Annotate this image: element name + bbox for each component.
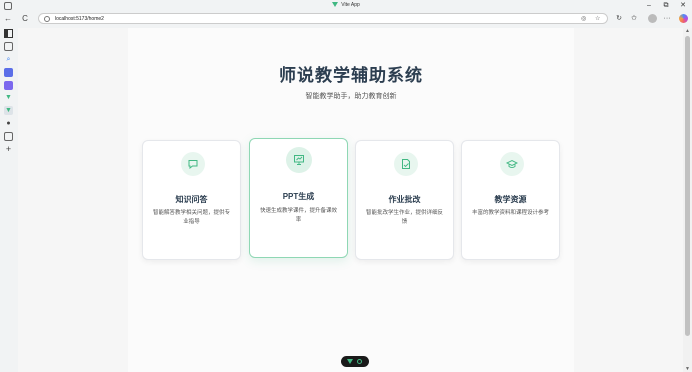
card-title: 知识问答	[175, 195, 208, 204]
vite-logo-icon	[332, 2, 339, 7]
card-title: PPT生成	[282, 192, 315, 201]
title-bar: Vite App – ⧉ ✕	[0, 0, 692, 12]
copilot-icon[interactable]	[679, 14, 688, 23]
back-button[interactable]: ←	[3, 14, 13, 24]
document-check-icon	[394, 152, 418, 176]
card-description: 丰富的教学资料和课程设计参考	[472, 210, 550, 216]
more-menu-button[interactable]: ···	[662, 14, 672, 24]
tabs-icon[interactable]	[4, 42, 13, 51]
favorites-icon[interactable]: ✩	[629, 14, 639, 24]
window-title-text: Vite App	[341, 2, 360, 8]
github-icon[interactable]: ●	[4, 119, 13, 128]
scroll-thumb[interactable]	[685, 36, 690, 336]
card-title: 教学资源	[494, 195, 527, 204]
close-button[interactable]: ✕	[678, 1, 688, 11]
presentation-icon	[286, 147, 312, 173]
maximize-button[interactable]: ⧉	[661, 1, 671, 11]
site-info-icon[interactable]	[44, 15, 50, 22]
card-teaching-resources[interactable]: 教学资源 丰富的教学资料和课程设计参考	[461, 140, 560, 260]
sidebar-toggle-icon[interactable]	[4, 29, 13, 38]
minimize-button[interactable]: –	[644, 1, 654, 11]
refresh-extension-icon[interactable]: ↻	[614, 14, 624, 24]
add-icon[interactable]: +	[4, 145, 13, 154]
vue-icon[interactable]: ▼	[4, 93, 13, 102]
vue-active-icon[interactable]: ▼	[4, 106, 13, 115]
scroll-up-arrow-icon[interactable]: ▲	[684, 28, 691, 34]
vue-icon	[347, 359, 353, 364]
page-scrollbar[interactable]: ▲ ▼	[683, 28, 692, 372]
profile-avatar[interactable]	[648, 14, 657, 23]
page-title: 师说教学辅助系统	[279, 66, 423, 85]
notes-icon[interactable]	[4, 132, 13, 141]
chat-bubble-icon	[181, 152, 205, 176]
translate-icon[interactable]: ◎	[581, 15, 586, 22]
address-bar[interactable]: localhost:5173/home2 ◎ ☆	[38, 13, 608, 24]
card-description: 快速生成教学课件，提升备课效率	[260, 208, 338, 223]
reload-button[interactable]: C	[20, 14, 30, 24]
home-container: 师说教学辅助系统 智能教学助手，助力教育创新 知识问答 智能解答教学相关问题，提…	[128, 28, 574, 372]
card-title: 作业批改	[388, 195, 421, 204]
browser-sidebar: ⌕ ▼ ▼ ● +	[0, 26, 18, 372]
graduation-cap-icon	[500, 152, 524, 176]
card-description: 智能批改学生作业，提供详细反馈	[366, 210, 444, 225]
search-icon[interactable]: ⌕	[4, 55, 13, 64]
window-title: Vite App	[0, 2, 692, 8]
app-icon[interactable]	[4, 68, 13, 77]
vue-devtools-toggle[interactable]	[341, 356, 369, 367]
bookmark-star-icon[interactable]: ☆	[595, 15, 600, 22]
card-homework-grading[interactable]: 作业批改 智能批改学生作业，提供详细反馈	[355, 140, 454, 260]
page-subtitle: 智能教学助手，助力教育创新	[305, 93, 397, 100]
browser-toolbar: ← C localhost:5173/home2 ◎ ☆ ↻ ✩ ···	[0, 12, 692, 26]
card-description: 智能解答教学相关问题，提供专业指导	[153, 210, 231, 225]
card-knowledge-qa[interactable]: 知识问答 智能解答教学相关问题，提供专业指导	[142, 140, 241, 260]
inspector-icon	[357, 359, 362, 364]
page-viewport: 师说教学辅助系统 智能教学助手，助力教育创新 知识问答 智能解答教学相关问题，提…	[18, 28, 683, 372]
app-icon[interactable]	[4, 81, 13, 90]
card-ppt-generation[interactable]: PPT生成 快速生成教学课件，提升备课效率	[249, 138, 348, 258]
scroll-down-arrow-icon[interactable]: ▼	[684, 366, 691, 372]
url-text[interactable]: localhost:5173/home2	[55, 16, 104, 22]
